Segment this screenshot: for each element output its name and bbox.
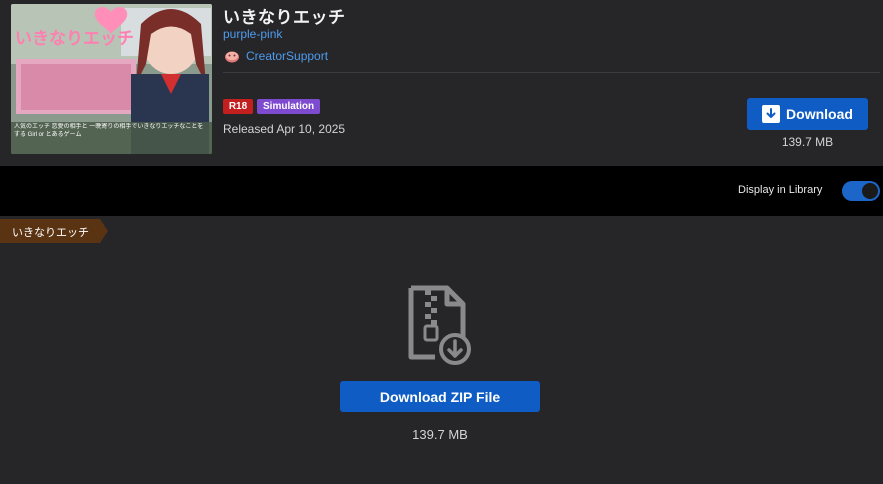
download-file-size: 139.7 MB (781, 135, 834, 149)
download-zip-button[interactable]: Download ZIP File (340, 381, 540, 412)
zip-file-download-icon (408, 285, 471, 365)
download-button-label: Download (786, 106, 853, 122)
toggle-knob (862, 183, 878, 199)
download-zip-button-label: Download ZIP File (379, 388, 501, 405)
download-arrow-icon (762, 105, 781, 123)
display-in-library-toggle[interactable] (842, 181, 880, 201)
download-button[interactable]: Download (747, 98, 868, 130)
product-cover-image[interactable]: いきなりエッチ 人気のエッチ 恋愛の相手と 一晩寄りの相手でいきなりエッチなこと… (11, 4, 212, 154)
genre-badge[interactable]: Simulation (257, 99, 321, 114)
badge-list: R18 Simulation (223, 99, 321, 114)
breadcrumb-label: いきなりエッチ (12, 227, 89, 239)
creator-support[interactable]: CreatorSupport (224, 47, 328, 65)
breadcrumb[interactable]: いきなりエッチ (0, 219, 110, 243)
zip-file-size: 139.7 MB (412, 427, 468, 442)
product-header-card: いきなりエッチ 人気のエッチ 恋愛の相手と 一晩寄りの相手でいきなりエッチなこと… (0, 0, 883, 166)
cover-tagline: 人気のエッチ 恋愛の相手と 一晩寄りの相手でいきなりエッチなことをする Girl… (14, 124, 204, 138)
age-rating-badge: R18 (223, 99, 253, 114)
product-title: いきなりエッチ (223, 8, 346, 27)
circle-link[interactable]: purple-pink (223, 27, 282, 41)
cover-logo-text: いきなりエッチ (15, 29, 134, 49)
creator-support-icon (225, 51, 239, 63)
creator-support-link[interactable]: CreatorSupport (246, 49, 328, 63)
display-in-library-label: Display in Library (738, 184, 823, 196)
release-date: Released Apr 10, 2025 (223, 122, 346, 136)
header-divider (223, 72, 880, 73)
